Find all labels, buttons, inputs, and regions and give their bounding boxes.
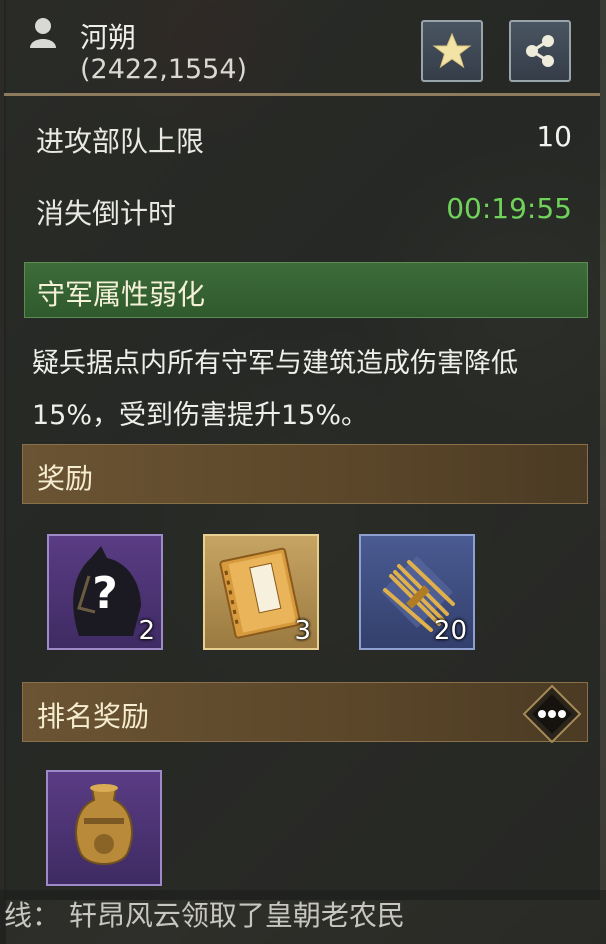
reward-count: 2 — [138, 616, 155, 646]
reward-item-book[interactable]: 3 — [203, 534, 319, 650]
rewards-header: 奖励 — [22, 444, 588, 504]
chat-ticker[interactable]: 线： 轩昂风云领取了皇朝老农民 — [0, 890, 606, 944]
attack-limit-value: 10 — [536, 120, 572, 153]
ranking-rewards-header: 排名奖励 — [22, 682, 588, 742]
reward-item-grain[interactable]: 20 — [359, 534, 475, 650]
person-icon — [30, 18, 56, 48]
ranking-reward-item-vase[interactable] — [46, 770, 162, 886]
location-name: 河朔 — [80, 21, 137, 54]
attack-limit-label: 进攻部队上限 — [36, 125, 205, 158]
header-divider — [4, 93, 600, 96]
reward-item-horse[interactable]: ? 2 — [47, 534, 163, 650]
favorite-button[interactable] — [421, 20, 483, 82]
reward-count: 20 — [433, 616, 467, 646]
share-icon — [526, 35, 554, 67]
svg-text:?: ? — [92, 568, 118, 619]
effect-description: 疑兵据点内所有守军与建筑造成伤害降低15%，受到伤害提升15%。 — [32, 348, 518, 431]
countdown-value: 00:19:55 — [446, 192, 572, 225]
location-coordinates[interactable]: (2422,1554) — [80, 54, 247, 85]
effect-header: 守军属性弱化 — [24, 262, 588, 318]
rewards-title: 奖励 — [37, 462, 94, 495]
ticker-text: 线： 轩昂风云领取了皇朝老农民 — [4, 899, 405, 932]
ranking-rewards-title: 排名奖励 — [37, 700, 150, 733]
share-button[interactable] — [509, 20, 571, 82]
effect-title: 守军属性弱化 — [37, 278, 206, 311]
star-icon — [432, 32, 472, 69]
tribute-vase-icon — [75, 784, 133, 865]
countdown-label: 消失倒计时 — [36, 197, 177, 230]
panel-header: 河朔 (2422,1554) — [0, 0, 606, 96]
more-options-button[interactable] — [522, 684, 582, 744]
reward-count: 3 — [294, 616, 311, 646]
